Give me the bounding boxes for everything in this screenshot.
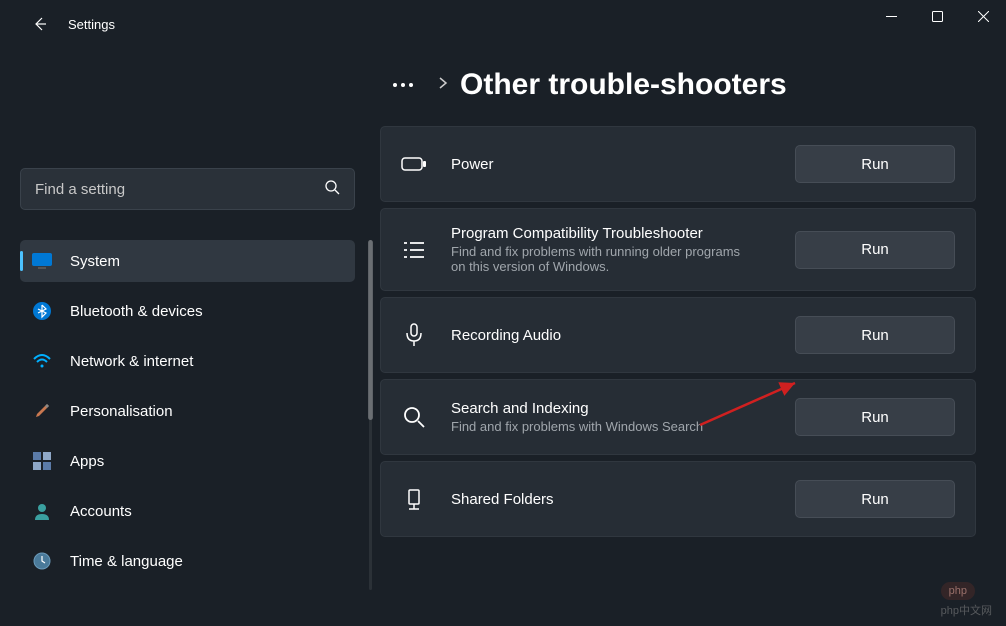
list-icon	[401, 237, 427, 263]
close-button[interactable]	[960, 0, 1006, 32]
card-description: Find and fix problems with Windows Searc…	[451, 419, 741, 434]
sidebar-item-apps[interactable]: Apps	[20, 440, 355, 482]
card-title: Program Compatibility Troubleshooter	[451, 225, 795, 242]
sidebar-item-bluetooth[interactable]: Bluetooth & devices	[20, 290, 355, 332]
sidebar-item-network[interactable]: Network & internet	[20, 340, 355, 382]
person-icon	[32, 501, 52, 521]
troubleshooter-power: Power Run	[380, 126, 976, 202]
page-title: Other trouble-shooters	[460, 68, 787, 102]
run-button-power[interactable]: Run	[795, 145, 955, 183]
run-button-shared[interactable]: Run	[795, 480, 955, 518]
power-icon	[401, 151, 427, 177]
card-title: Power	[451, 156, 795, 173]
sidebar-item-system[interactable]: System	[20, 240, 355, 282]
sidebar-item-label: Network & internet	[70, 353, 193, 370]
card-title: Search and Indexing	[451, 400, 795, 417]
search-icon	[324, 179, 340, 200]
sidebar-item-label: Personalisation	[70, 403, 173, 420]
sidebar-item-label: Bluetooth & devices	[70, 303, 203, 320]
maximize-button[interactable]	[914, 0, 960, 32]
watermark-badge: php	[941, 582, 975, 600]
app-title: Settings	[68, 17, 115, 32]
nav-list: System Bluetooth & devices Network & int…	[20, 240, 368, 582]
sidebar-item-personalisation[interactable]: Personalisation	[20, 390, 355, 432]
run-button-search[interactable]: Run	[795, 398, 955, 436]
brush-icon	[32, 401, 52, 421]
search-icon	[401, 404, 427, 430]
monitor-icon	[32, 251, 52, 271]
sidebar-item-label: Apps	[70, 453, 104, 470]
apps-icon	[32, 451, 52, 471]
troubleshooter-program-compat: Program Compatibility Troubleshooter Fin…	[380, 208, 976, 291]
minimize-button[interactable]	[868, 0, 914, 32]
wifi-icon	[32, 351, 52, 371]
breadcrumb: Other trouble-shooters	[380, 68, 976, 102]
sidebar-item-label: Time & language	[70, 553, 183, 570]
search-box[interactable]	[20, 168, 355, 210]
sidebar-item-label: System	[70, 253, 120, 270]
back-arrow-icon	[32, 16, 48, 32]
breadcrumb-overflow[interactable]	[388, 83, 418, 87]
troubleshooter-recording-audio: Recording Audio Run	[380, 297, 976, 373]
search-input[interactable]	[35, 181, 324, 198]
chevron-right-icon	[438, 76, 448, 95]
back-button[interactable]	[20, 4, 60, 44]
sidebar-item-label: Accounts	[70, 503, 132, 520]
sidebar: System Bluetooth & devices Network & int…	[0, 48, 380, 626]
clock-icon	[32, 551, 52, 571]
mic-icon	[401, 322, 427, 348]
sidebar-item-time-language[interactable]: Time & language	[20, 540, 355, 582]
bluetooth-icon	[32, 301, 52, 321]
card-title: Recording Audio	[451, 327, 795, 344]
troubleshooter-search-indexing: Search and Indexing Find and fix problem…	[380, 379, 976, 455]
card-description: Find and fix problems with running older…	[451, 244, 741, 274]
sidebar-item-accounts[interactable]: Accounts	[20, 490, 355, 532]
run-button-compat[interactable]: Run	[795, 231, 955, 269]
troubleshooter-shared-folders: Shared Folders Run	[380, 461, 976, 537]
watermark-text: php中文网	[941, 602, 992, 618]
scrollbar-thumb[interactable]	[368, 240, 373, 420]
main-content: Other trouble-shooters Power Run Program…	[380, 48, 1006, 626]
run-button-recording[interactable]: Run	[795, 316, 955, 354]
watermark: php php中文网	[941, 581, 992, 618]
card-title: Shared Folders	[451, 491, 795, 508]
folder-share-icon	[401, 486, 427, 512]
